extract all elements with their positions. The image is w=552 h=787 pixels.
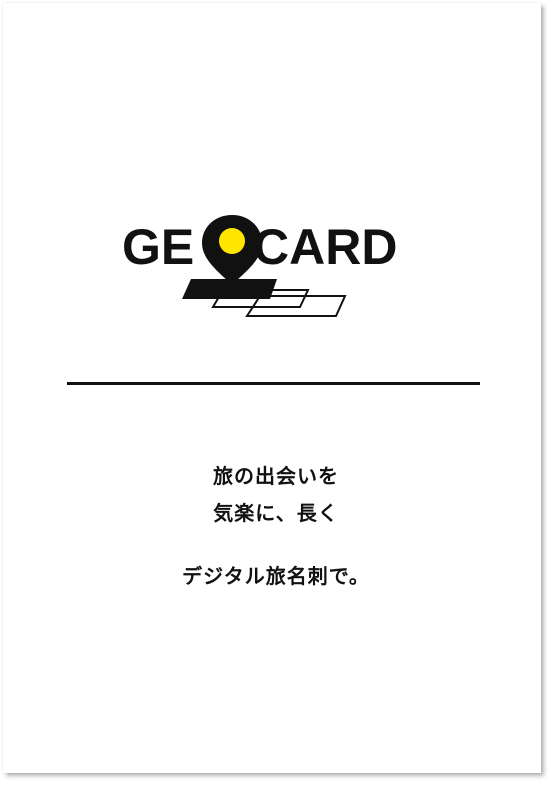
stacked-cards-icon <box>182 279 347 317</box>
logo-text-ge: GE <box>122 219 194 275</box>
logo-text-card: CARD <box>253 219 397 275</box>
tagline-line-1: 旅の出会いを <box>213 464 339 488</box>
tagline-line-3: デジタル旅名刺で。 <box>182 564 370 588</box>
tagline-line-2: 気楽に、長く <box>213 501 339 525</box>
divider-line <box>67 382 480 385</box>
poster-card <box>3 3 541 773</box>
geocard-logo: GE CARD <box>120 212 420 322</box>
